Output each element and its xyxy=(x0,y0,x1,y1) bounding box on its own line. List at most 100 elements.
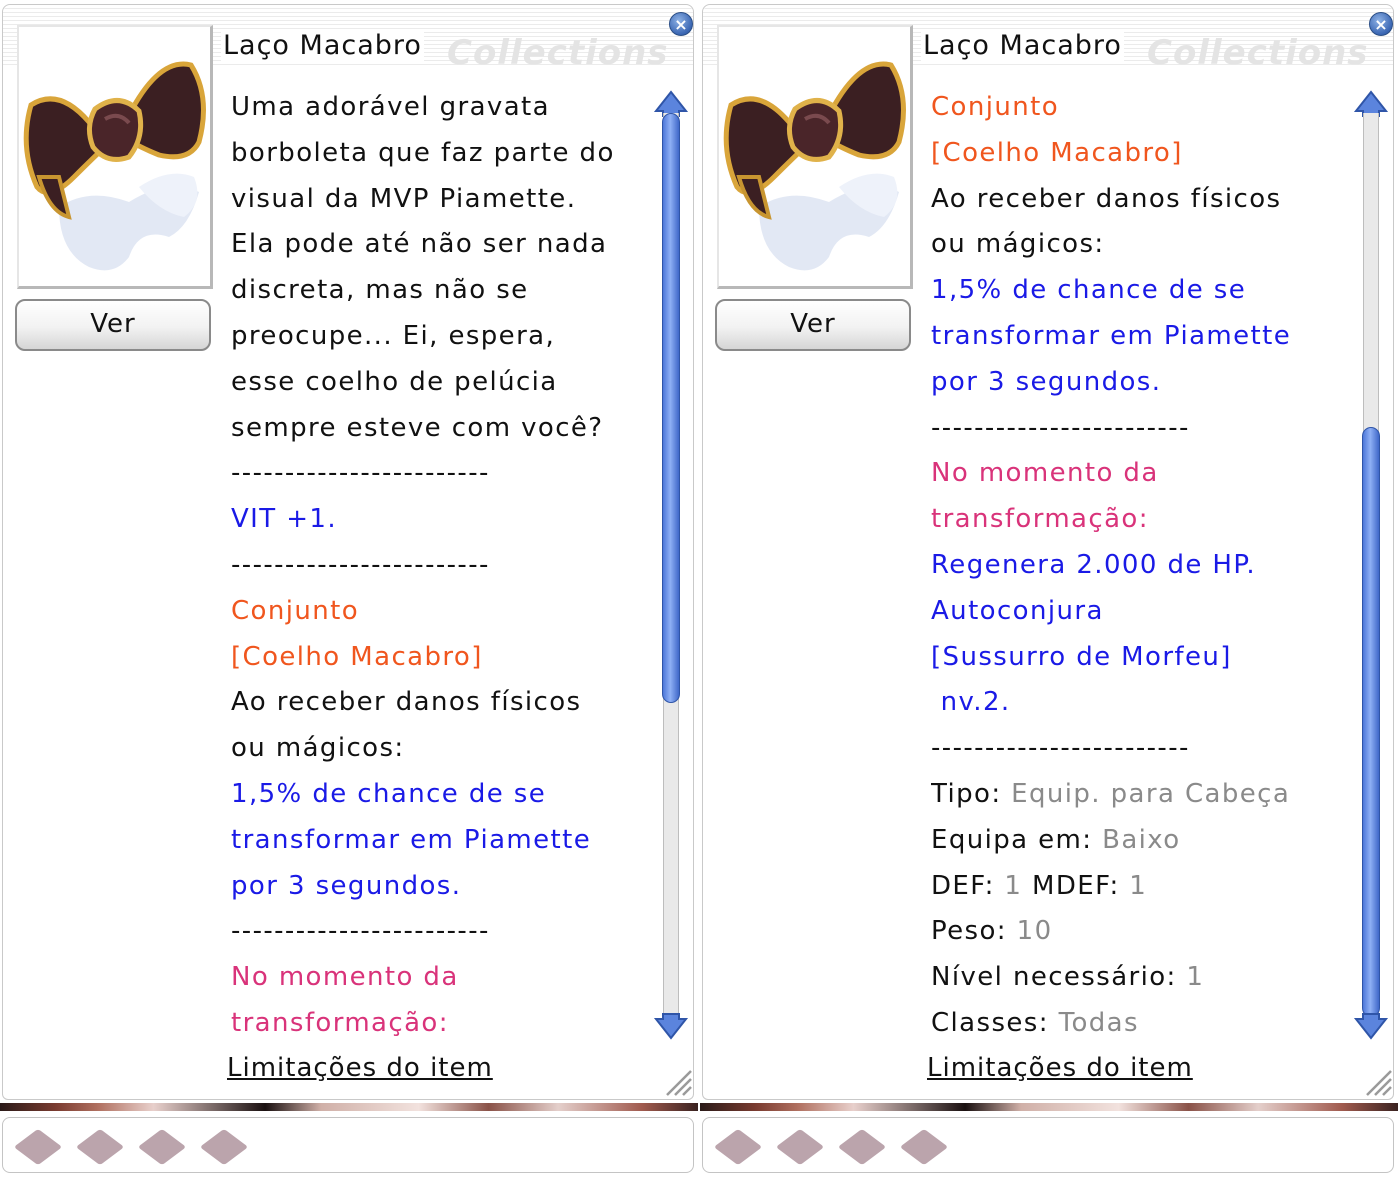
description-text: transformação: xyxy=(231,1007,449,1038)
description-line: Equipa em: Baixo xyxy=(931,818,1351,864)
card-slot-icon xyxy=(899,1128,949,1166)
description-text: por 3 segundos. xyxy=(931,366,1162,397)
description-text: Regenera 2.000 de HP. xyxy=(931,549,1257,580)
collections-watermark: Collections xyxy=(447,33,669,73)
description-text: ------------------------ xyxy=(231,458,490,489)
description-text: 1,5% de chance de se xyxy=(231,778,547,809)
description-text: VIT +1. xyxy=(231,504,337,535)
description-text: ------------------------ xyxy=(931,412,1190,443)
description-text: visual da MVP Piamette. xyxy=(231,183,577,214)
description-text: Conjunto xyxy=(231,595,360,626)
description-text: nv.2. xyxy=(931,687,1011,718)
item-description: Uma adorável gravata borboleta que faz pa… xyxy=(231,85,651,1041)
description-line: Ela pode até não ser nada xyxy=(231,222,651,268)
item-info-window-left: Collections Laço Macabro × Ver Uma adorá… xyxy=(0,0,698,1177)
description-line: Nível necessário: 1 xyxy=(931,955,1351,1001)
description-line: discreta, mas não se xyxy=(231,268,651,314)
scroll-down-arrow-icon[interactable] xyxy=(1353,1011,1389,1041)
description-line: transformar em Piamette xyxy=(931,314,1351,360)
description-text: Classes: xyxy=(931,1007,1059,1038)
window-frame: Collections Laço Macabro × xyxy=(702,4,1394,1100)
description-scrollbar[interactable] xyxy=(653,89,689,1041)
description-line: Conjunto xyxy=(931,85,1351,131)
description-text: 1 xyxy=(1186,962,1205,993)
description-line: borboleta que faz parte do xyxy=(231,131,651,177)
scroll-down-arrow-icon[interactable] xyxy=(653,1011,689,1041)
description-line: VIT +1. xyxy=(231,497,651,543)
resize-grip-icon[interactable] xyxy=(1363,1067,1393,1097)
description-line: preocupe... Ei, espera, xyxy=(231,314,651,360)
close-icon[interactable]: × xyxy=(669,12,693,36)
description-line: No momento da xyxy=(931,451,1351,497)
description-text: sempre esteve com você? xyxy=(231,412,604,443)
description-line: Ao receber danos físicos xyxy=(931,177,1351,223)
view-button[interactable]: Ver xyxy=(15,299,211,351)
item-limits-link[interactable]: Limitações do item xyxy=(227,1053,493,1083)
item-limits-link[interactable]: Limitações do item xyxy=(927,1053,1193,1083)
description-line: Autoconjura xyxy=(931,589,1351,635)
description-line: Uma adorável gravata xyxy=(231,85,651,131)
description-text: discreta, mas não se xyxy=(231,275,529,306)
description-line: 1,5% de chance de se xyxy=(231,772,651,818)
description-text: esse coelho de pelúcia xyxy=(231,366,558,397)
description-line: ------------------------ xyxy=(231,543,651,589)
description-line: No momento da xyxy=(231,955,651,1001)
description-line: nv.2. xyxy=(931,680,1351,726)
description-text: transformação: xyxy=(931,504,1149,535)
description-text: Autoconjura xyxy=(931,595,1104,626)
description-line: sempre esteve com você? xyxy=(231,406,651,452)
description-text: Peso: xyxy=(931,916,1017,947)
bow-ribbon-icon xyxy=(23,61,206,271)
description-line: Peso: 10 xyxy=(931,909,1351,955)
description-text: transformar em Piamette xyxy=(931,320,1292,351)
card-slot-icon xyxy=(13,1128,63,1166)
description-text: ou mágicos: xyxy=(931,229,1105,260)
item-info-window-right: Collections Laço Macabro × Ver Conjunto … xyxy=(700,0,1398,1177)
scroll-thumb[interactable] xyxy=(1362,427,1380,1017)
resize-grip-icon[interactable] xyxy=(663,1067,693,1097)
description-text: Todas xyxy=(1058,1007,1139,1038)
description-text: Baixo xyxy=(1102,824,1181,855)
description-scrollbar[interactable] xyxy=(1353,89,1389,1041)
close-icon[interactable]: × xyxy=(1369,12,1393,36)
description-text: DEF: xyxy=(931,870,1005,901)
description-line: ou mágicos: xyxy=(231,726,651,772)
description-line: [Coelho Macabro] xyxy=(231,635,651,681)
description-text: Ela pode até não ser nada xyxy=(231,229,608,260)
item-description: Conjunto [Coelho Macabro] Ao receber danos… xyxy=(931,85,1351,1041)
description-text: No momento da xyxy=(231,962,459,993)
description-text: MDEF: xyxy=(1022,870,1130,901)
description-line: [Sussurro de Morfeu] xyxy=(931,635,1351,681)
description-line: ou mágicos: xyxy=(931,222,1351,268)
scroll-thumb[interactable] xyxy=(662,113,680,703)
view-button[interactable]: Ver xyxy=(715,299,911,351)
card-slot-icon xyxy=(775,1128,825,1166)
description-text: preocupe... Ei, espera, xyxy=(231,320,556,351)
item-image-frame xyxy=(717,25,913,289)
card-slot-icon xyxy=(137,1128,187,1166)
description-line: por 3 segundos. xyxy=(931,360,1351,406)
description-line: ------------------------ xyxy=(231,451,651,497)
description-line: ------------------------ xyxy=(931,726,1351,772)
card-slot-bar xyxy=(2,1117,694,1173)
description-text: Conjunto xyxy=(931,92,1060,122)
description-line: Classes: Todas xyxy=(931,1001,1351,1041)
window-frame: Collections Laço Macabro × xyxy=(2,4,694,1100)
card-slot-icon xyxy=(75,1128,125,1166)
description-line: 1,5% de chance de se xyxy=(931,268,1351,314)
description-text: [Sussurro de Morfeu] xyxy=(931,641,1232,672)
description-line: ------------------------ xyxy=(931,406,1351,452)
decorative-strip xyxy=(700,1103,1398,1111)
description-text: 1 xyxy=(1129,870,1148,901)
card-slot-bar xyxy=(702,1117,1394,1173)
description-text: Ao receber danos físicos xyxy=(231,687,582,718)
description-text: transformar em Piamette xyxy=(231,824,592,855)
card-slot-icon xyxy=(837,1128,887,1166)
item-title: Laço Macabro xyxy=(921,30,1124,61)
item-image-frame xyxy=(17,25,213,289)
decorative-strip xyxy=(0,1103,698,1111)
description-text: Equipa em: xyxy=(931,824,1103,855)
description-text: No momento da xyxy=(931,458,1159,489)
collections-watermark: Collections xyxy=(1147,33,1369,73)
item-title: Laço Macabro xyxy=(221,30,424,61)
